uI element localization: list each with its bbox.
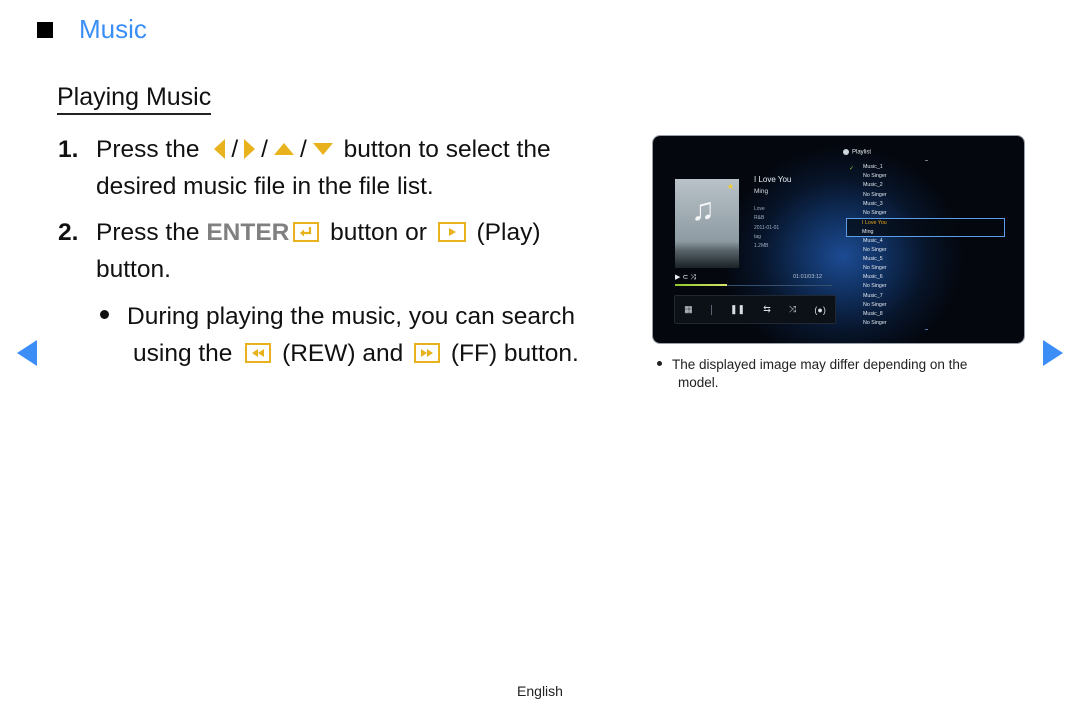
meta-size: 1.2MB [754,243,769,250]
mini-status-icons: ▶⊂⤨ [675,273,698,282]
enter-key-icon [293,221,320,242]
meta-tag: tag [754,233,761,240]
section-title: Music [79,14,147,44]
section-header: Music [37,14,147,45]
repeat-icon[interactable]: ⇆ [763,304,771,315]
playlist-header: Playlist [843,149,871,156]
shuffle-icon: ⤨ [690,274,698,281]
album-art: ♫ ★ [675,179,739,268]
right-arrow-icon [244,138,256,159]
step-text: Press the [96,219,200,246]
item-title: Music_3 [863,200,883,207]
item-artist: No Singer [863,173,887,180]
playlist-item[interactable]: Music_3 No Singer [863,200,1003,218]
meta-genre: R&B [754,215,765,222]
playback-time: 01:01/03:12 [793,274,823,280]
next-page-arrow-icon[interactable] [1043,340,1063,366]
info-icon [843,149,849,155]
scroll-up-indicator [925,160,928,161]
control-bar: ▦ ❚❚ ⇆ ⤨ (●) [674,295,836,324]
item-title: Music_7 [863,292,883,299]
separator: / [261,136,268,163]
now-playing-meta: Love R&B 2011-01-01 tag 1.2MB [754,205,779,251]
step-number: 2. [58,219,79,246]
item-title: Music_6 [863,274,883,281]
section-marker-icon [37,21,53,38]
now-playing-song: I Love You [754,175,792,184]
footer-language: English [517,683,563,699]
item-artist: Ming [862,229,874,235]
playlist-item[interactable]: Music_6 No Singer [863,273,1003,291]
item-artist: No Singer [863,283,887,290]
item-artist: No Singer [863,246,887,253]
down-arrow-icon [312,142,333,155]
item-title: Music_2 [863,182,883,189]
item-artist: No Singer [863,320,887,327]
bullet-icon [657,360,662,366]
divider [710,304,712,315]
now-playing-artist: Ming [754,188,769,195]
step-2: 2. Press the ENTER button or (Play) butt… [58,214,618,288]
bullet-text: During playing the music, you can search [127,303,576,330]
playlist-item[interactable]: Music_2 No Singer [863,181,1003,199]
star-icon: ★ [726,182,734,191]
enter-label: ENTER [206,219,290,246]
step-text: (Play) [476,219,541,246]
fast-forward-key-icon [414,342,441,363]
item-artist: No Singer [863,265,887,272]
separator: / [299,136,307,163]
note-text: model. [678,375,719,390]
playlist-title: Playlist [852,149,872,156]
bullet-text: using the [133,340,233,367]
bullet-icon [100,310,109,320]
image-note: The displayed image may differ depending… [657,356,1027,392]
step-text: button or [330,219,427,246]
grid-icon[interactable]: ▦ [684,304,693,315]
item-title: Music_8 [863,311,883,318]
playlist: Music_1 No Singer Music_2 No Singer Music_… [863,163,1003,328]
subsection-title: Playing Music [57,82,212,115]
item-artist: No Singer [863,209,887,216]
scroll-down-indicator [925,329,928,330]
playlist-item[interactable]: Music_8 No Singer [863,310,1003,328]
step-text: Press the [96,136,200,163]
step-text: button to select the [343,136,551,163]
item-title: Music_1 [863,164,883,170]
music-note-icon: ♫ [691,191,715,227]
playlist-item[interactable]: Music_5 No Singer [863,255,1003,273]
bullet-text: (FF) button. [450,340,579,367]
play-key-icon [437,221,466,242]
item-title: Music_5 [863,255,883,262]
playlist-item[interactable]: Music_1 No Singer [863,163,1003,181]
item-title: Music_4 [863,237,883,244]
progress-fill [675,284,727,286]
meta-genre-tag: Love [754,206,765,212]
playlist-item[interactable]: Music_7 No Singer [863,292,1003,310]
note-text: The displayed image may differ depending… [672,357,968,372]
separator: / [231,136,239,163]
item-artist: No Singer [863,191,887,198]
tv-screenshot: ♫ ★ I Love You Ming Love R&B 2011-01-01 … [653,136,1024,343]
steps-list: 1. Press the / / / button to select the de… [58,131,618,288]
item-artist: No Singer [863,301,887,308]
check-icon: ✓ [849,166,855,172]
rewind-key-icon [245,342,272,363]
shuffle-icon[interactable]: ⤨ [789,304,796,315]
bullet-text: (REW) and [282,340,404,367]
previous-page-arrow-icon[interactable] [17,340,37,366]
step-number: 1. [58,136,79,163]
playlist-item-selected[interactable]: I Love You Ming [846,218,1005,237]
sound-mode-icon[interactable]: (●) [814,305,825,315]
meta-date: 2011-01-01 [754,224,780,231]
tip-bullet: During playing the music, you can search… [100,298,620,372]
step-1: 1. Press the / / / button to select the de… [58,131,618,205]
up-arrow-icon [273,142,294,155]
item-title: I Love You [862,220,887,226]
left-arrow-icon [214,138,226,159]
step-text: button. [96,256,171,283]
playlist-item[interactable]: Music_4 No Singer [863,237,1003,255]
step-text: desired music file in the file list. [96,173,434,200]
pause-icon[interactable]: ❚❚ [730,304,745,315]
